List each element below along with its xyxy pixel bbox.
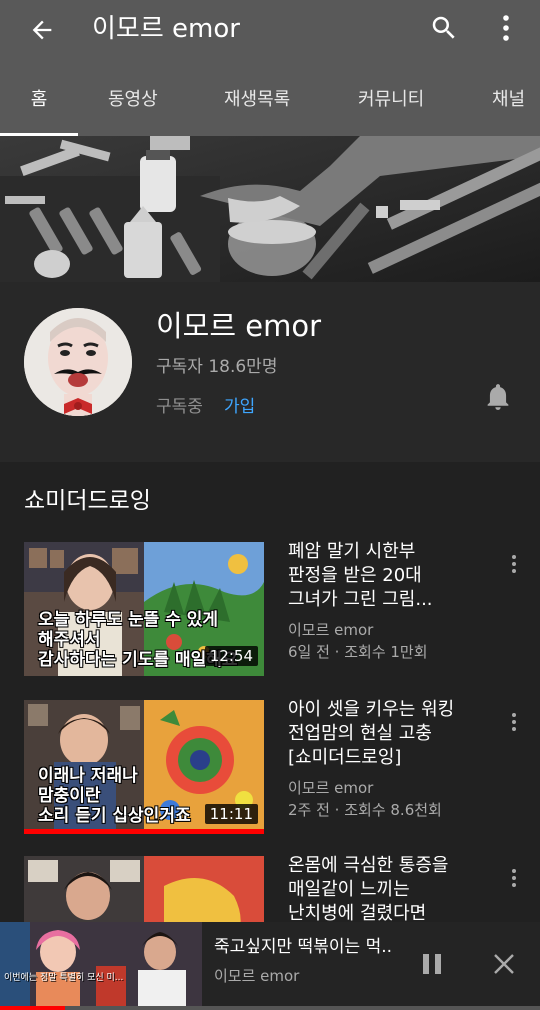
- avatar[interactable]: [24, 308, 132, 416]
- channel-banner: [0, 136, 540, 282]
- app-bar: 이모르 emor: [0, 0, 540, 60]
- search-button[interactable]: [424, 8, 464, 48]
- miniplayer[interactable]: 이번에는 정말 특별히 모신 미... 죽고싶지만 떡볶이는 먹.. 이모르 e…: [0, 922, 540, 1010]
- close-miniplayer-button[interactable]: [490, 950, 518, 978]
- tab-playlists[interactable]: 재생목록: [224, 74, 290, 136]
- more-vert-icon: [512, 713, 516, 731]
- video-title-line: 그녀가 그린 그림...: [288, 589, 433, 610]
- video-channel: 이모르 emor: [288, 779, 374, 797]
- app-title: 이모르 emor: [92, 14, 240, 44]
- more-options-button[interactable]: [490, 8, 522, 48]
- more-vert-icon: [503, 15, 509, 41]
- thumbnail-caption: 이래나 저래나 맘충이란 소리 듣기 십상인거죠: [38, 766, 191, 826]
- video-channel: 이모르 emor: [288, 621, 374, 639]
- pause-icon: [423, 954, 441, 974]
- video-title-line: 아이 셋을 키우는 워킹: [288, 699, 455, 720]
- video-item[interactable]: 오늘 하루도 눈뜰 수 있게 해주셔서 감사하다는 기도를 매일해요 12:54…: [0, 540, 540, 682]
- video-title[interactable]: 온몸에 극심한 통증을 매일같이 느끼는 난치병에 걸렸다면: [288, 854, 484, 926]
- close-icon: [494, 954, 514, 974]
- video-meta: 2주 전 · 조회수 8.6천회: [288, 801, 442, 819]
- tab-home[interactable]: 홈: [0, 74, 78, 136]
- tab-videos[interactable]: 동영상: [108, 74, 158, 136]
- tab-channels[interactable]: 채널: [492, 74, 525, 136]
- channel-tabs: 홈 동영상 재생목록 커뮤니티 채널: [0, 74, 540, 136]
- video-menu-button[interactable]: [502, 550, 526, 578]
- video-title-line: 온몸에 극심한 통증을: [288, 855, 449, 876]
- video-item[interactable]: 이래나 저래나 맘충이란 소리 듣기 십상인거죠 11:11 아이 셋을 키우는…: [0, 698, 540, 840]
- video-meta: 6일 전 · 조회수 1만회: [288, 643, 428, 661]
- miniplayer-progress-bar: [0, 1006, 540, 1010]
- video-title-line: [쇼미더드로잉]: [288, 747, 402, 768]
- miniplayer-title[interactable]: 죽고싶지만 떡볶이는 먹..: [214, 936, 392, 958]
- video-title-line: 폐암 말기 시한부: [288, 541, 416, 562]
- banner-image: [0, 136, 540, 282]
- channel-name: 이모르 emor: [156, 309, 322, 343]
- back-button[interactable]: [22, 10, 62, 50]
- video-title-line: 전업맘의 현실 고충: [288, 723, 432, 744]
- search-icon: [432, 16, 455, 39]
- tab-home-label: 홈: [30, 89, 48, 110]
- miniplayer-video[interactable]: 이번에는 정말 특별히 모신 미...: [0, 922, 202, 1006]
- avatar-image: [24, 308, 132, 416]
- subscribed-button[interactable]: 구독중: [156, 396, 203, 418]
- miniplayer-thumbnail-image: [0, 922, 202, 1006]
- watch-progress-fill: [24, 829, 264, 834]
- video-duration: 11:11: [204, 804, 258, 824]
- shelf-title: 쇼미더드로잉: [24, 488, 151, 514]
- miniplayer-progress-fill: [0, 1006, 65, 1010]
- notification-bell-button[interactable]: [480, 380, 516, 412]
- top-bar: 이모르 emor 홈 동영상 재생목록 커뮤니티 채널: [0, 0, 540, 136]
- video-thumbnail[interactable]: 오늘 하루도 눈뜰 수 있게 해주셔서 감사하다는 기도를 매일해요 12:54: [24, 542, 264, 676]
- channel-header: 이모르 emor 구독자 18.6만명 구독중 가입: [0, 282, 540, 462]
- pause-button[interactable]: [418, 950, 446, 978]
- more-vert-icon: [512, 869, 516, 887]
- miniplayer-channel: 이모르 emor: [214, 967, 300, 985]
- tab-community[interactable]: 커뮤니티: [358, 74, 424, 136]
- video-thumbnail[interactable]: 이래나 저래나 맘충이란 소리 듣기 십상인거죠 11:11: [24, 700, 264, 834]
- video-duration: 12:54: [204, 646, 258, 666]
- more-vert-icon: [512, 555, 516, 573]
- video-menu-button[interactable]: [502, 708, 526, 736]
- video-title[interactable]: 아이 셋을 키우는 워킹 전업맘의 현실 고충 [쇼미더드로잉]: [288, 698, 484, 770]
- video-title-line: 매일같이 느끼는: [288, 879, 410, 900]
- video-menu-button[interactable]: [502, 864, 526, 892]
- bell-icon: [487, 384, 509, 410]
- back-arrow-icon: [32, 20, 52, 40]
- watch-progress-bar: [24, 829, 264, 834]
- miniplayer-caption: 이번에는 정말 특별히 모신 미...: [4, 973, 124, 983]
- subscriber-count: 구독자 18.6만명: [156, 357, 278, 377]
- video-title-line: 판정을 받은 20대: [288, 565, 422, 586]
- join-button[interactable]: 가입: [224, 396, 255, 418]
- video-title[interactable]: 폐암 말기 시한부 판정을 받은 20대 그녀가 그린 그림...: [288, 540, 484, 612]
